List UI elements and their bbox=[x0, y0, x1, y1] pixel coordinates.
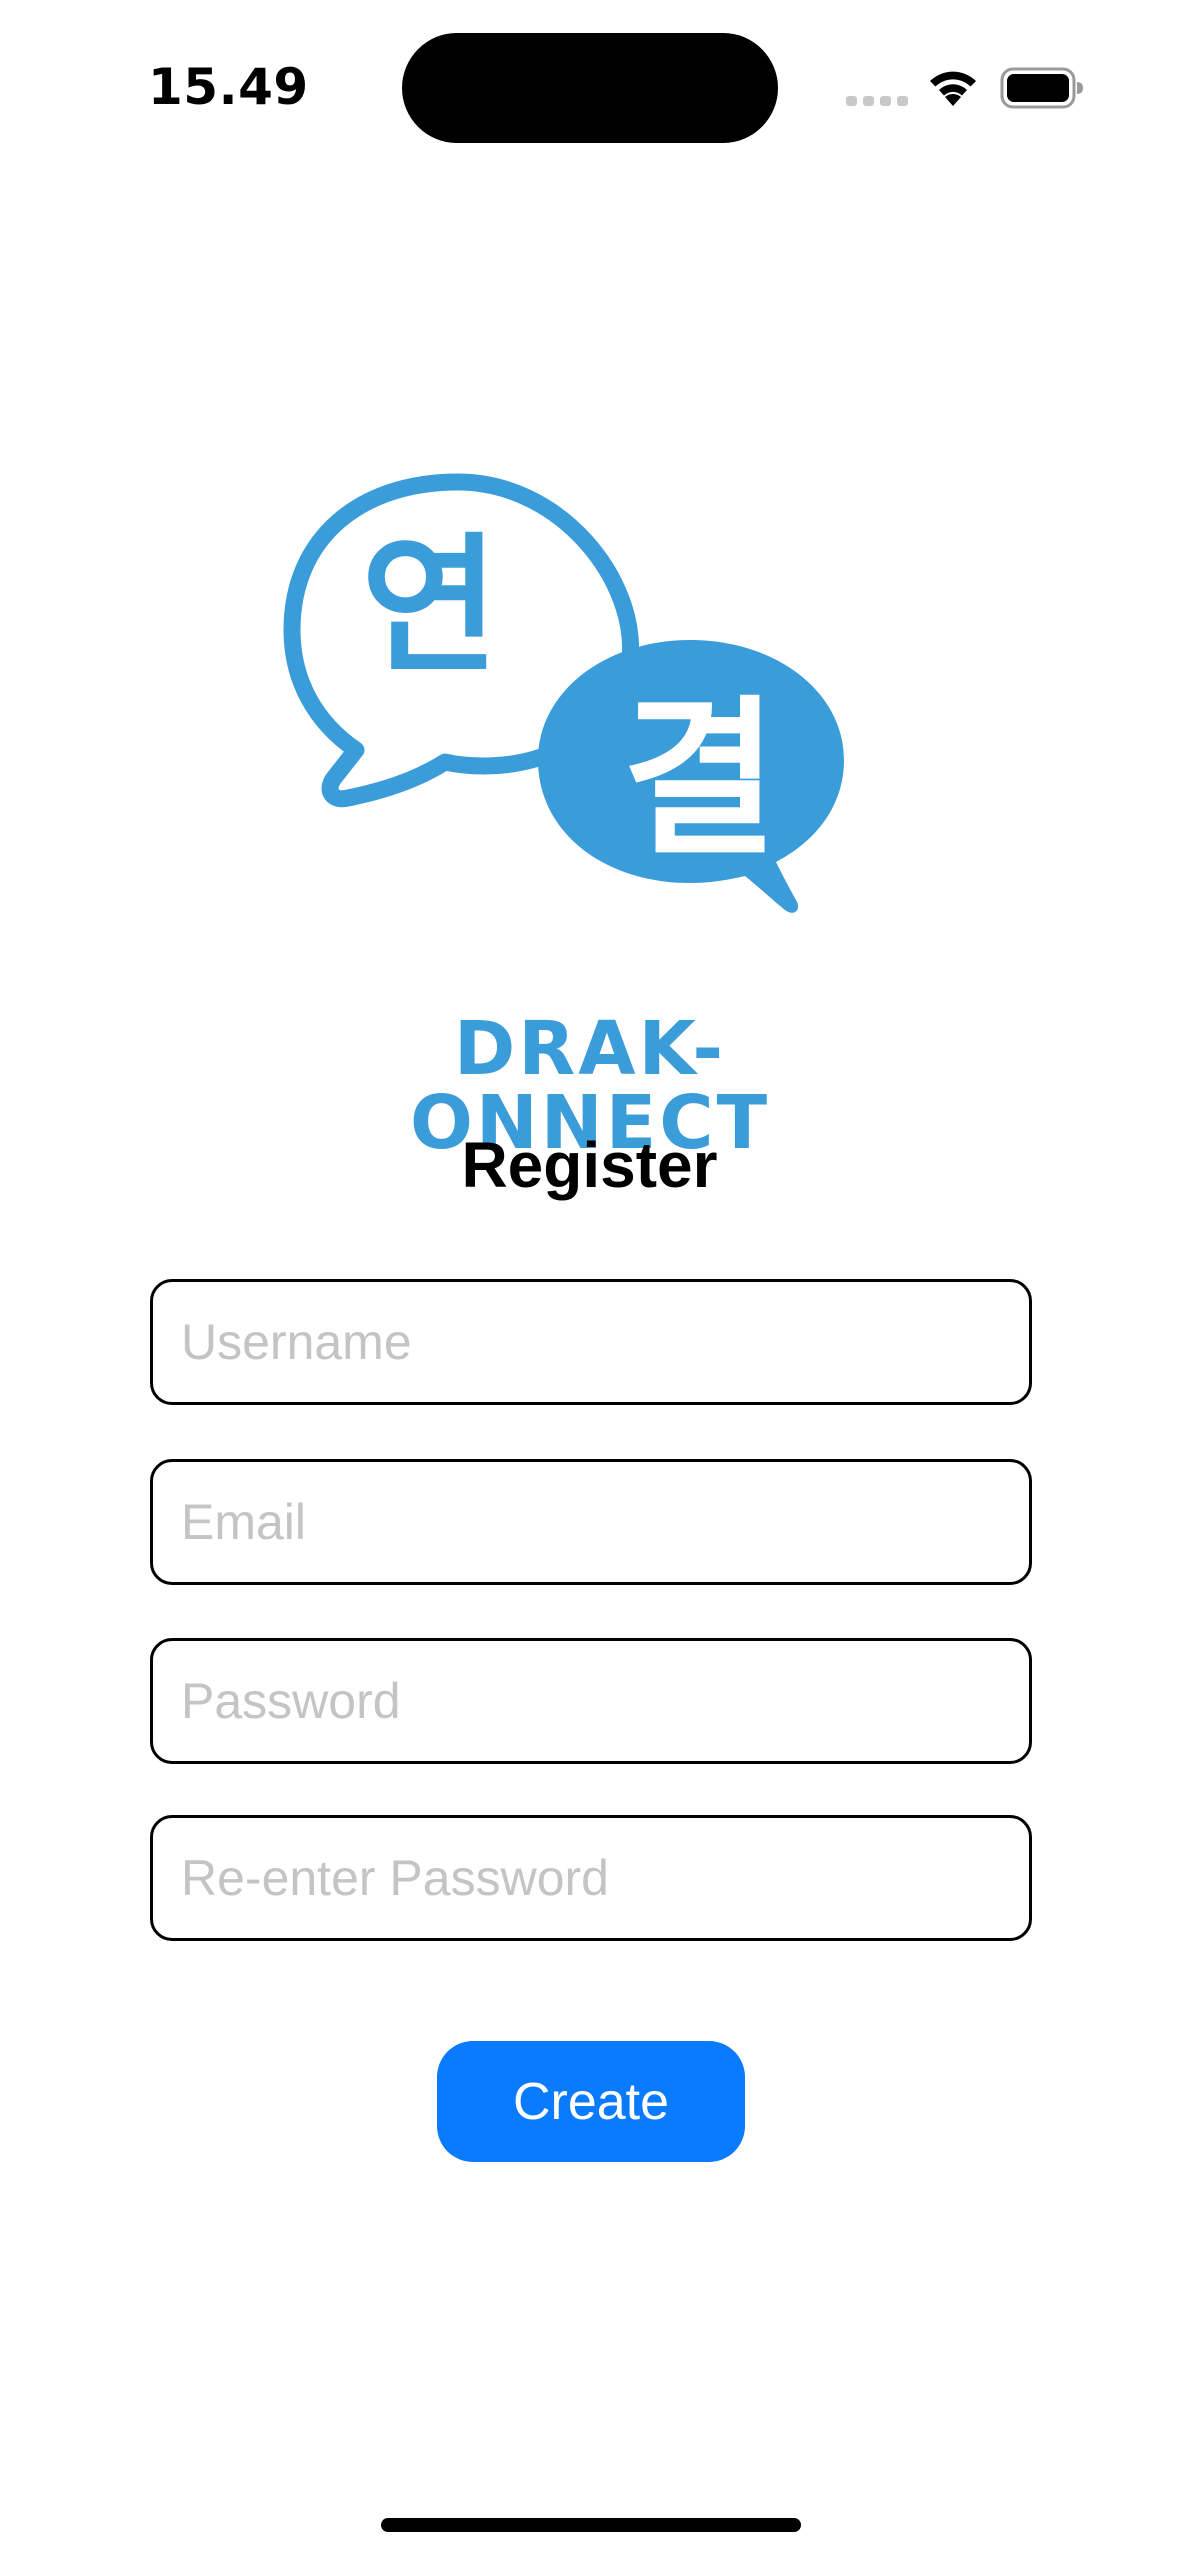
page-title: Register bbox=[461, 1129, 718, 1201]
create-button[interactable]: Create bbox=[437, 2041, 745, 2162]
status-time: 15.49 bbox=[148, 58, 309, 116]
password-input[interactable] bbox=[150, 1638, 1032, 1764]
dynamic-island bbox=[402, 33, 778, 143]
wifi-icon bbox=[930, 71, 976, 106]
battery-icon bbox=[1000, 67, 1083, 109]
logo-glyph-left: 연 bbox=[361, 520, 499, 694]
cellular-signal-icon bbox=[846, 96, 908, 106]
home-indicator bbox=[381, 2518, 801, 2532]
app-logo: 연 결 bbox=[283, 473, 844, 913]
email-input[interactable] bbox=[150, 1459, 1032, 1585]
logo-glyph-right: 결 bbox=[622, 681, 778, 879]
reenter-password-input[interactable] bbox=[150, 1815, 1032, 1941]
username-input[interactable] bbox=[150, 1279, 1032, 1405]
